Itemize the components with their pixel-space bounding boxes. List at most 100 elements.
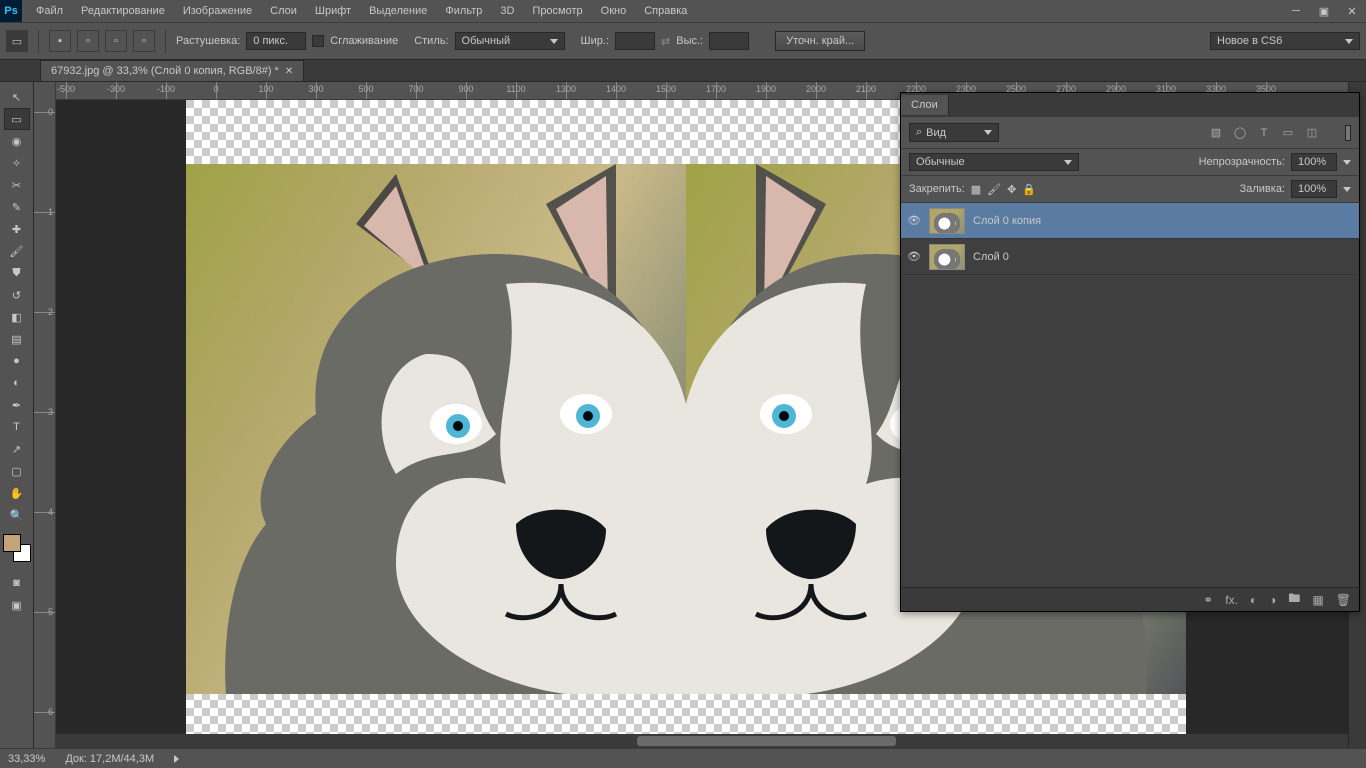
adjustment-layer-icon[interactable]: ◑ (1269, 593, 1276, 607)
document-tab-label: 67932.jpg @ 33,3% (Слой 0 копия, RGB/8#)… (51, 65, 279, 77)
foreground-color-swatch[interactable] (3, 534, 21, 552)
layer-item[interactable]: 👁 Слой 0 копия (901, 203, 1359, 239)
selection-add-icon[interactable]: ▫ (77, 30, 99, 52)
visibility-icon[interactable]: 👁 (907, 214, 921, 228)
brush-tool-icon[interactable]: 🖌 (4, 240, 30, 262)
dodge-tool-icon[interactable]: ◐ (4, 372, 30, 394)
pen-tool-icon[interactable]: ✒ (4, 394, 30, 416)
filter-text-icon[interactable]: T (1257, 126, 1271, 140)
width-label: Шир.: (581, 35, 609, 47)
fill-slider-icon[interactable] (1343, 187, 1351, 192)
status-bar: 33,33% Док: 17,2M/44,3M (0, 748, 1366, 768)
layer-thumbnail[interactable] (929, 208, 965, 234)
minimize-button[interactable]: ─ (1282, 0, 1310, 22)
horizontal-scrollbar[interactable] (56, 734, 1348, 748)
filter-smart-icon[interactable]: ◫ (1305, 126, 1319, 140)
lock-transparent-icon[interactable]: ▩ (971, 183, 981, 196)
doc-size[interactable]: Док: 17,2M/44,3M (65, 753, 154, 765)
current-tool-icon[interactable]: ▭ (6, 30, 28, 52)
eraser-tool-icon[interactable]: ◧ (4, 306, 30, 328)
document-tab-close-icon[interactable]: ✕ (285, 66, 293, 77)
filter-toggle[interactable] (1345, 125, 1351, 141)
layer-filter-dropdown[interactable]: ⌕ Вид (909, 123, 999, 142)
menu-view[interactable]: Просмотр (524, 2, 590, 20)
delete-layer-icon[interactable]: 🗑 (1336, 593, 1351, 607)
wand-tool-icon[interactable]: ✧ (4, 152, 30, 174)
path-select-tool-icon[interactable]: ↗ (4, 438, 30, 460)
style-dropdown[interactable]: Обычный (455, 32, 565, 50)
height-input[interactable] (709, 32, 749, 50)
history-brush-tool-icon[interactable]: ↺ (4, 284, 30, 306)
opacity-input[interactable] (1291, 153, 1337, 171)
add-mask-icon[interactable]: ◐ (1250, 593, 1257, 607)
maximize-button[interactable]: ▣ (1310, 0, 1338, 22)
scrollbar-thumb[interactable] (637, 736, 895, 746)
menu-help[interactable]: Справка (636, 2, 695, 20)
move-tool-icon[interactable]: ↖ (4, 86, 30, 108)
main-menu: Файл Редактирование Изображение Слои Шри… (28, 2, 695, 20)
lock-position-icon[interactable]: ✥ (1007, 183, 1016, 196)
antialias-checkbox[interactable] (312, 35, 324, 47)
menu-file[interactable]: Файл (28, 2, 71, 20)
selection-intersect-icon[interactable]: ▫ (133, 30, 155, 52)
new-layer-icon[interactable]: ▦ (1312, 593, 1323, 607)
window-buttons: ─ ▣ ✕ (1282, 0, 1366, 22)
refine-edge-button[interactable]: Уточн. край... (775, 31, 865, 51)
status-menu-icon[interactable] (174, 755, 179, 763)
filter-pixel-icon[interactable]: ▧ (1209, 126, 1223, 140)
fx-icon[interactable]: fx. (1225, 593, 1238, 607)
gradient-tool-icon[interactable]: ▤ (4, 328, 30, 350)
marquee-tool-icon[interactable]: ▭ (4, 108, 30, 130)
eyedropper-tool-icon[interactable]: ✎ (4, 196, 30, 218)
color-swatches[interactable] (3, 534, 31, 562)
blur-tool-icon[interactable]: ● (4, 350, 30, 372)
close-button[interactable]: ✕ (1338, 0, 1366, 22)
quickmask-icon[interactable]: ◙ (4, 572, 30, 594)
blend-mode-dropdown[interactable]: Обычные (909, 153, 1079, 171)
swap-wh-icon[interactable]: ⇄ (661, 35, 670, 48)
layers-panel[interactable]: Слои ⌕ Вид ▧ ◯ T ▭ ◫ Обычные Непрозрачно… (900, 92, 1360, 612)
menu-filter[interactable]: Фильтр (437, 2, 490, 20)
layer-name[interactable]: Слой 0 копия (973, 215, 1041, 227)
visibility-icon[interactable]: 👁 (907, 250, 921, 264)
workspace-dropdown[interactable]: Новое в CS6 (1210, 32, 1360, 50)
layer-thumbnail[interactable] (929, 244, 965, 270)
hand-tool-icon[interactable]: ✋ (4, 482, 30, 504)
selection-new-icon[interactable]: ▪ (49, 30, 71, 52)
menu-type[interactable]: Шрифт (307, 2, 359, 20)
fill-input[interactable] (1291, 180, 1337, 198)
shape-tool-icon[interactable]: ▢ (4, 460, 30, 482)
document-tab[interactable]: 67932.jpg @ 33,3% (Слой 0 копия, RGB/8#)… (40, 60, 304, 81)
layers-tab[interactable]: Слои (901, 95, 949, 115)
menu-layers[interactable]: Слои (262, 2, 305, 20)
crop-tool-icon[interactable]: ✂ (4, 174, 30, 196)
layer-name[interactable]: Слой 0 (973, 251, 1009, 263)
filter-adjust-icon[interactable]: ◯ (1233, 126, 1247, 140)
lasso-tool-icon[interactable]: ◉ (4, 130, 30, 152)
feather-input[interactable] (246, 32, 306, 50)
lock-pixels-icon[interactable]: 🖌 (987, 183, 1001, 196)
menu-image[interactable]: Изображение (175, 2, 260, 20)
menu-3d[interactable]: 3D (492, 2, 522, 20)
link-layers-icon[interactable]: ⚭ (1203, 593, 1213, 607)
zoom-tool-icon[interactable]: 🔍 (4, 504, 30, 526)
lock-all-icon[interactable]: 🔒 (1022, 183, 1036, 196)
heal-tool-icon[interactable]: ✚ (4, 218, 30, 240)
vertical-ruler: 0123456 (34, 82, 56, 748)
text-tool-icon[interactable]: T (4, 416, 30, 438)
opacity-slider-icon[interactable] (1343, 160, 1351, 165)
filter-shape-icon[interactable]: ▭ (1281, 126, 1295, 140)
new-group-icon[interactable]: 🖿 (1288, 589, 1300, 610)
antialias-label: Сглаживание (330, 35, 398, 47)
selection-subtract-icon[interactable]: ▫ (105, 30, 127, 52)
style-label: Стиль: (414, 35, 448, 47)
layer-item[interactable]: 👁 Слой 0 (901, 239, 1359, 275)
screenmode-icon[interactable]: ▣ (4, 594, 30, 616)
menu-edit[interactable]: Редактирование (73, 2, 173, 20)
zoom-level[interactable]: 33,33% (8, 753, 45, 765)
stamp-tool-icon[interactable]: ⛊ (4, 262, 30, 284)
width-input[interactable] (615, 32, 655, 50)
menu-select[interactable]: Выделение (361, 2, 435, 20)
menu-window[interactable]: Окно (593, 2, 635, 20)
titlebar: Ps Файл Редактирование Изображение Слои … (0, 0, 1366, 22)
